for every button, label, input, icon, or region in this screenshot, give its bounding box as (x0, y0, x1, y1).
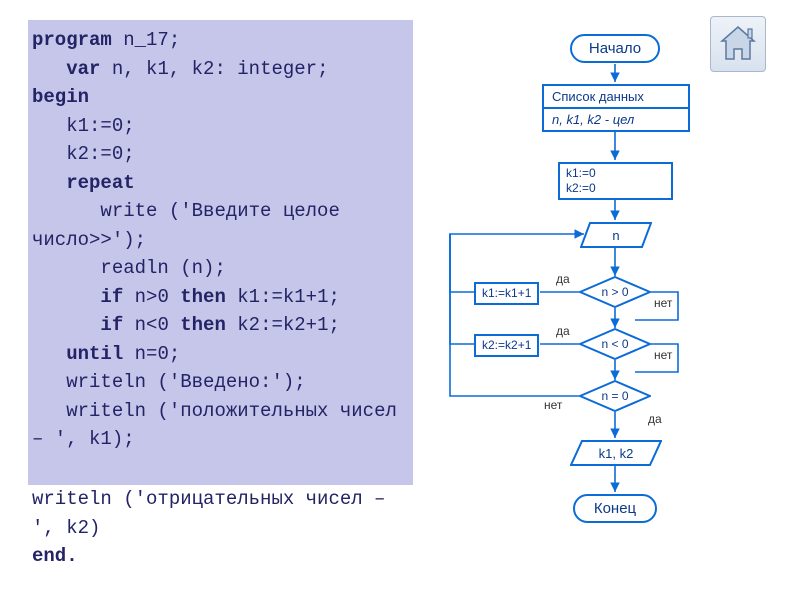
flow-act-k2: k2:=k2+1 (474, 334, 539, 357)
flow-end: Конец (573, 494, 657, 523)
flow-output: k1, k2 (570, 440, 662, 466)
flow-cond-n-neg: n < 0 (579, 328, 651, 360)
keyword-repeat: repeat (66, 172, 134, 194)
code-line: writeln ('Введено:'); (32, 368, 409, 397)
keyword-program: program (32, 29, 112, 51)
flow-data-header: Список данных (544, 86, 688, 109)
label-no: нет (544, 398, 562, 412)
code-line: until n=0; (32, 340, 409, 369)
keyword-var: var (66, 58, 100, 80)
flow-cond-n-zero: n = 0 (579, 380, 651, 412)
keyword-if: if (100, 286, 123, 308)
code-line: program n_17; (32, 26, 409, 55)
code-panel: program n_17; var n, k1, k2: integer; be… (28, 20, 413, 485)
flow-act-k1: k1:=k1+1 (474, 282, 539, 305)
keyword-then: then (180, 314, 226, 336)
label-yes: да (556, 324, 570, 338)
flow-data-block: Список данных n, k1, k2 - цел (542, 84, 690, 132)
code-line: repeat (32, 169, 409, 198)
label-no: нет (654, 296, 672, 310)
code-line: readln (n); (32, 254, 409, 283)
flow-cond-n-pos: n > 0 (579, 276, 651, 308)
flow-data-body: n, k1, k2 - цел (544, 109, 688, 130)
flow-start: Начало (570, 34, 660, 63)
code-line: writeln ('отрицательных чисел – ', k2) (32, 485, 409, 542)
keyword-then: then (180, 286, 226, 308)
code-overflow: writeln ('отрицательных чисел – ', k2) e… (28, 485, 413, 571)
code-line: writeln ('положительных чисел – ', k1); (32, 397, 409, 454)
code-line: var n, k1, k2: integer; (32, 55, 409, 84)
code-line: end. (32, 542, 409, 571)
label-yes: да (648, 412, 662, 426)
label-yes: да (556, 272, 570, 286)
label-no: нет (654, 348, 672, 362)
keyword-if: if (100, 314, 123, 336)
keyword-until: until (66, 343, 123, 365)
flowchart: Начало Список данных n, k1, k2 - цел k1:… (430, 20, 780, 580)
flow-init: k1:=0 k2:=0 (558, 162, 673, 200)
keyword-end: end. (32, 545, 78, 567)
code-line: if n<0 then k2:=k2+1; (32, 311, 409, 340)
code-line: begin (32, 83, 409, 112)
flow-input-n: n (580, 222, 652, 248)
code-line: if n>0 then k1:=k1+1; (32, 283, 409, 312)
code-line: k2:=0; (32, 140, 409, 169)
code-line: k1:=0; (32, 112, 409, 141)
keyword-begin: begin (32, 86, 89, 108)
code-line: write ('Введите целое число>>'); (32, 197, 409, 254)
